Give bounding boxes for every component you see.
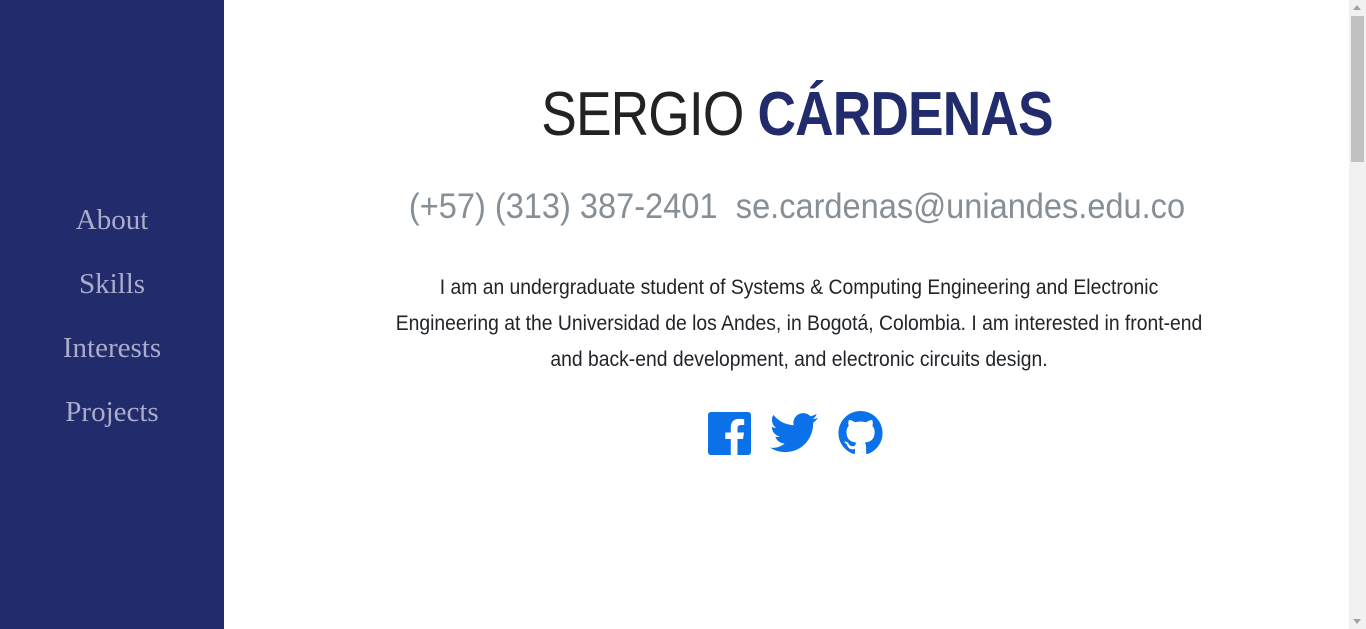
sidebar-nav: About Skills Interests Projects (0, 188, 224, 444)
first-name: SERGIO (541, 80, 744, 149)
social-links (708, 410, 884, 456)
contact-info: (+57) (313) 387-2401 se.cardenas@uniande… (264, 183, 1330, 231)
scroll-down-icon[interactable] (1353, 619, 1361, 624)
nav-item-skills[interactable]: Skills (0, 252, 224, 316)
scroll-up-icon[interactable] (1353, 5, 1361, 10)
nav-item-interests[interactable]: Interests (0, 316, 224, 380)
page-title: SERGIO CÁRDENAS (304, 74, 1290, 156)
sidebar: About Skills Interests Projects (0, 0, 224, 629)
facebook-icon[interactable] (708, 411, 751, 455)
last-name: CÁRDENAS (757, 80, 1053, 149)
twitter-icon[interactable] (770, 413, 818, 453)
email-link[interactable]: se.cardenas@uniandes.edu.co (736, 187, 1185, 226)
main-content: SERGIO CÁRDENAS (+57) (313) 387-2401 se.… (224, 0, 1349, 629)
phone-number: (+57) (313) 387-2401 (408, 187, 718, 226)
scrollbar-thumb[interactable] (1351, 16, 1364, 162)
nav-item-about[interactable]: About (0, 188, 224, 252)
vertical-scrollbar[interactable] (1349, 0, 1366, 629)
github-icon[interactable] (837, 410, 884, 456)
bio-text: I am an undergraduate student of Systems… (395, 276, 1203, 371)
nav-item-projects[interactable]: Projects (0, 380, 224, 444)
